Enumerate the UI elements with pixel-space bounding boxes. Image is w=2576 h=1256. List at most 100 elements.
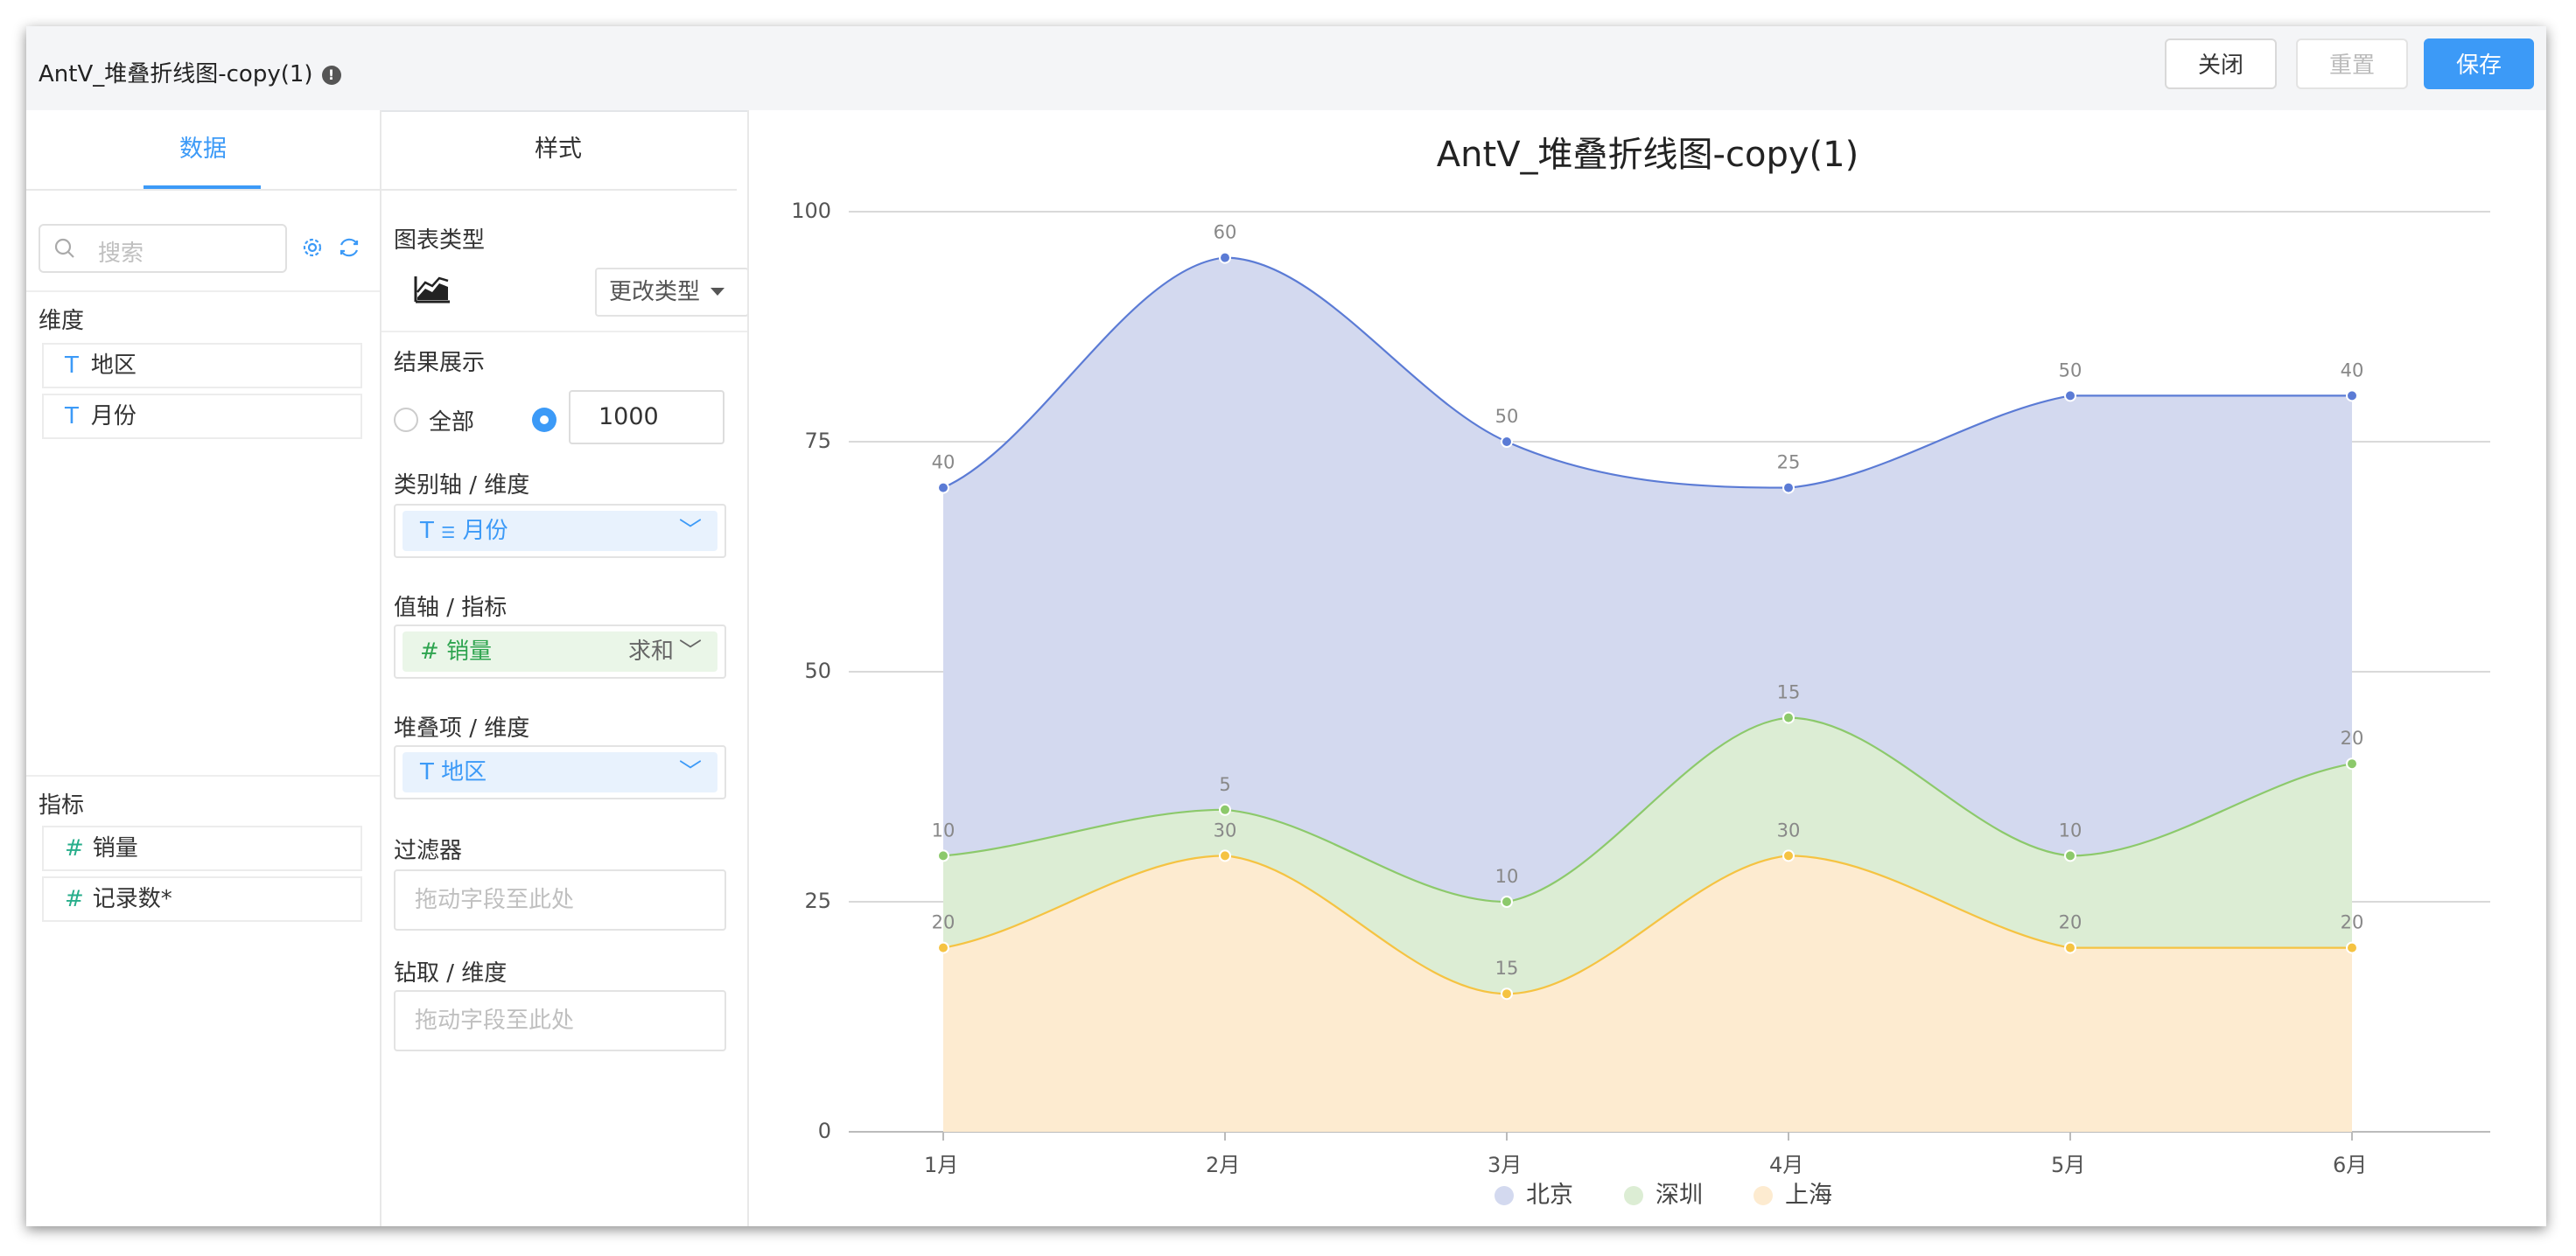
change-type-dropdown[interactable]: 更改类型 <box>595 268 749 317</box>
chevron-down-icon[interactable]: ﹀ <box>679 511 702 551</box>
y-tick-label: 100 <box>791 199 831 223</box>
refresh-icon[interactable] <box>336 234 362 261</box>
value-field-pill[interactable]: # 销量 求和 ﹀ <box>402 631 718 672</box>
field-label: 销量 <box>92 835 138 862</box>
legend-marker <box>1754 1186 1773 1205</box>
window-title-text: AntV_堆叠折线图-copy(1) <box>38 61 313 87</box>
tab-style[interactable]: 样式 <box>380 110 737 189</box>
filter-dropzone[interactable]: 拖动字段至此处 <box>394 869 726 931</box>
data-label: 50 <box>1495 406 1519 427</box>
stack-field-label: 地区 <box>441 759 487 785</box>
reset-button[interactable]: 重置 <box>2296 38 2408 89</box>
save-button[interactable]: 保存 <box>2424 38 2534 89</box>
result-label: 结果展示 <box>394 350 486 376</box>
area-chart-icon[interactable] <box>413 275 452 304</box>
point-深圳 <box>1782 711 1795 724</box>
stack-field-pill[interactable]: T 地区 ﹀ <box>402 752 718 792</box>
point-上海 <box>1782 849 1795 862</box>
filter-label: 过滤器 <box>394 838 463 864</box>
chevron-down-icon[interactable]: ﹀ <box>679 752 702 792</box>
chevron-down-icon[interactable]: ﹀ <box>679 631 702 672</box>
category-axis-label: 类别轴 / 维度 <box>394 472 530 499</box>
stack-dropzone[interactable]: T 地区 ﹀ <box>394 745 726 799</box>
data-label: 10 <box>1495 866 1519 887</box>
dimension-field-month[interactable]: T 月份 <box>42 394 362 439</box>
x-tick-label: 6月 <box>2333 1153 2368 1177</box>
stacked-area-chart: 20 30 15 30 20 20 10 5 10 15 10 20 40 60 50 25 50 40 <box>849 211 2490 1141</box>
gear-icon[interactable] <box>299 234 326 261</box>
data-label: 40 <box>932 452 956 473</box>
config-divider <box>382 331 749 332</box>
point-上海 <box>937 941 949 954</box>
area-北京 <box>943 257 2352 903</box>
radio-limit[interactable] <box>532 408 556 432</box>
search-placeholder: 搜索 <box>98 241 144 267</box>
aggregation-label[interactable]: 求和 <box>628 631 674 672</box>
radio-all[interactable] <box>394 408 418 432</box>
search-icon <box>54 238 74 258</box>
point-上海 <box>2064 941 2076 954</box>
category-field-pill[interactable]: T ☰ 月份 ﹀ <box>402 511 718 551</box>
point-上海 <box>2346 941 2358 954</box>
data-label: 40 <box>2341 359 2364 380</box>
number-type-icon: # <box>65 835 84 862</box>
legend-item-深圳[interactable]: 深圳 <box>1624 1176 1703 1210</box>
close-button[interactable]: 关闭 <box>2165 38 2277 89</box>
point-上海 <box>1219 849 1231 862</box>
number-type-icon: # <box>65 886 84 912</box>
measure-field-count[interactable]: # 记录数* <box>42 876 362 922</box>
drill-label: 钻取 / 维度 <box>394 960 508 987</box>
header-bar: AntV_堆叠折线图-copy(1)! 关闭 重置 保存 <box>26 26 2546 112</box>
legend-item-北京[interactable]: 北京 <box>1494 1176 1573 1210</box>
hierarchy-icon: ☰ <box>441 524 456 542</box>
y-tick-label: 25 <box>804 889 831 913</box>
category-axis-dropzone[interactable]: T ☰ 月份 ﹀ <box>394 504 726 558</box>
value-axis-label: 值轴 / 指标 <box>394 595 508 621</box>
measure-field-sales[interactable]: # 销量 <box>42 826 362 871</box>
chart-type-label: 图表类型 <box>394 227 486 254</box>
legend-label: 深圳 <box>1656 1182 1703 1209</box>
data-label: 10 <box>932 820 956 841</box>
measures-divider <box>26 775 380 777</box>
data-label: 30 <box>1214 820 1237 841</box>
point-深圳 <box>1501 896 1513 908</box>
data-label: 15 <box>1495 958 1519 979</box>
dimension-field-region[interactable]: T 地区 <box>42 343 362 388</box>
data-label: 50 <box>2059 359 2082 380</box>
x-tick-label: 1月 <box>924 1153 959 1177</box>
data-label: 15 <box>1777 682 1801 703</box>
measures-label: 指标 <box>38 792 85 819</box>
data-label: 20 <box>932 912 956 933</box>
text-type-icon: T <box>65 352 79 379</box>
field-label: 地区 <box>90 352 136 379</box>
field-label: 记录数* <box>92 886 172 912</box>
legend-marker <box>1624 1186 1643 1205</box>
data-label: 25 <box>1777 452 1801 473</box>
point-深圳 <box>2064 849 2076 862</box>
point-北京 <box>2346 389 2358 402</box>
info-icon[interactable]: ! <box>321 66 341 85</box>
text-type-icon: T <box>65 403 79 429</box>
point-北京 <box>1501 436 1513 448</box>
point-北京 <box>937 481 949 494</box>
x-tick-label: 4月 <box>1769 1153 1804 1177</box>
chart-area: AntV_堆叠折线图-copy(1) 20 30 15 30 20 20 10 5 10 15 10… <box>749 110 2546 1226</box>
y-tick-label: 50 <box>804 659 831 683</box>
legend-label: 北京 <box>1526 1182 1573 1209</box>
search-divider <box>26 290 380 292</box>
point-深圳 <box>2346 757 2358 771</box>
legend-marker <box>1494 1186 1514 1205</box>
data-label: 5 <box>1219 774 1230 795</box>
legend-label: 上海 <box>1785 1182 1832 1209</box>
category-field-label: 月份 <box>462 518 508 544</box>
value-axis-dropzone[interactable]: # 销量 求和 ﹀ <box>394 625 726 679</box>
legend-item-上海[interactable]: 上海 <box>1754 1176 1832 1210</box>
caret-down-icon <box>710 288 725 296</box>
limit-input[interactable]: 1000 <box>569 390 724 444</box>
tab-data[interactable]: 数据 <box>26 110 380 189</box>
field-panel: 数据 样式 搜索 维度 T 地区 T 月份 指标 # 销量 # 记录数* <box>26 110 737 1226</box>
stack-label: 堆叠项 / 维度 <box>394 715 530 742</box>
search-input[interactable]: 搜索 <box>38 224 287 273</box>
y-tick-label: 0 <box>817 1119 831 1143</box>
drill-dropzone[interactable]: 拖动字段至此处 <box>394 990 726 1051</box>
